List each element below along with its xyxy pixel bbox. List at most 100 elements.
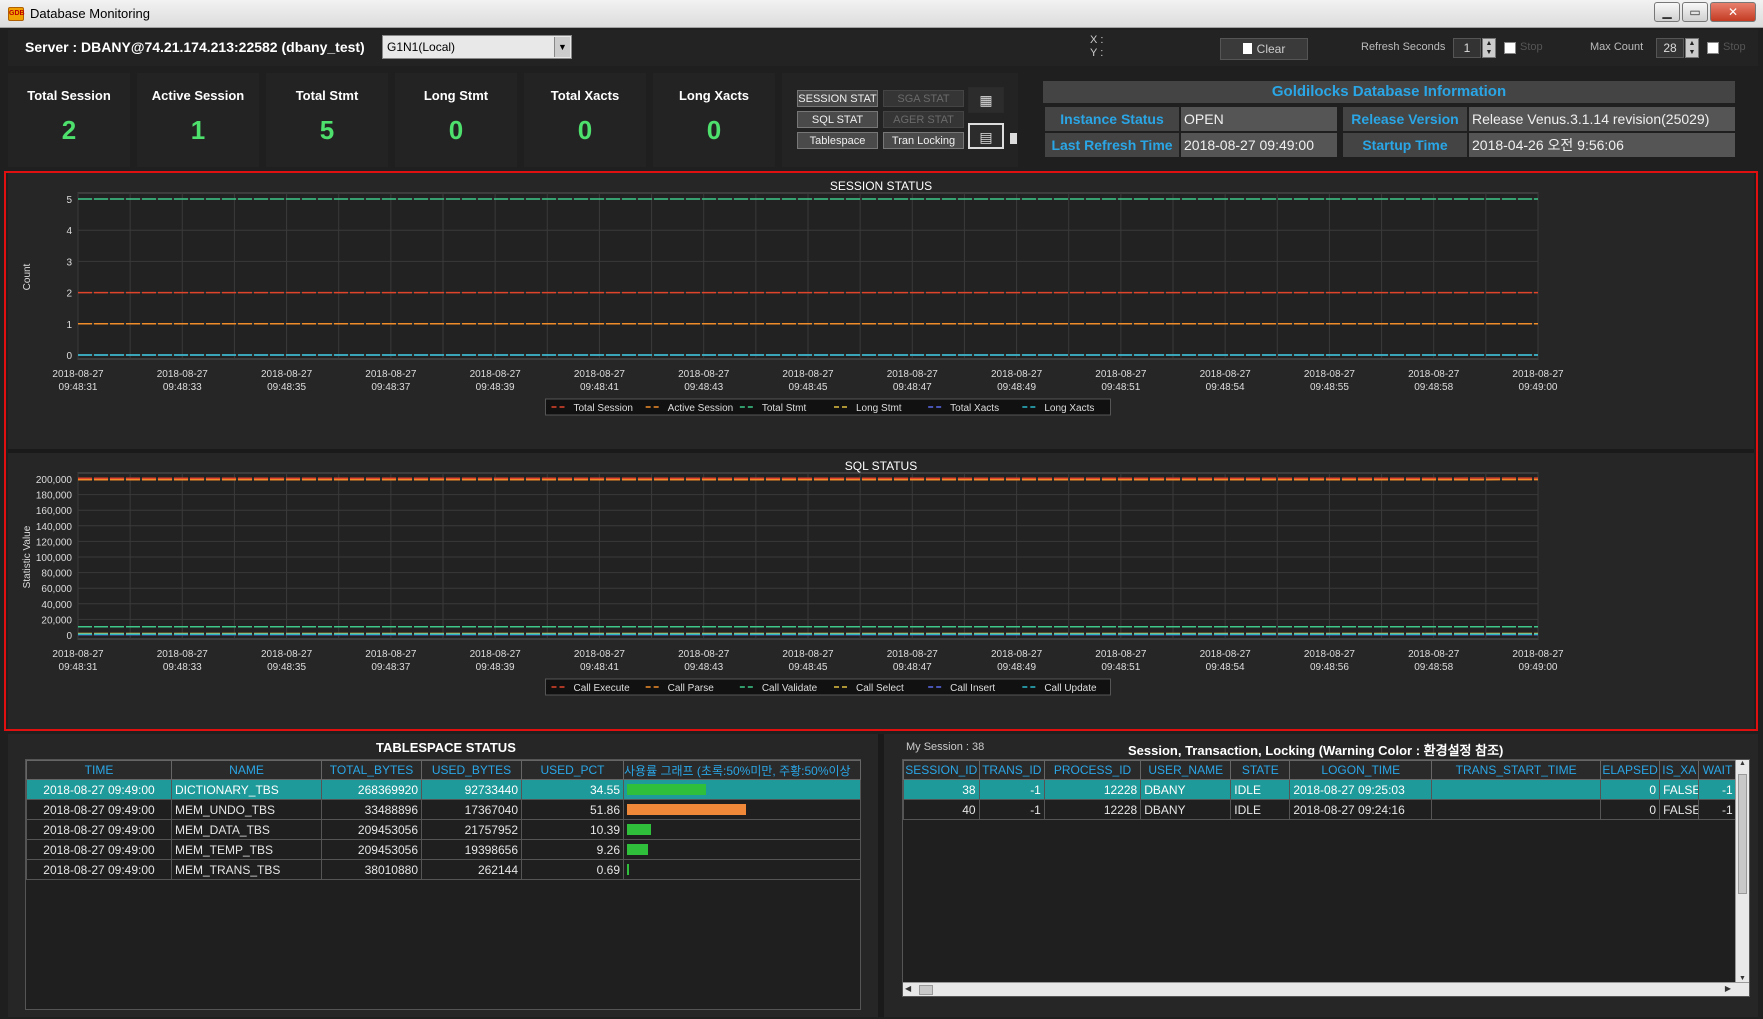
x-tick-label: 2018-08-27 <box>1095 369 1147 380</box>
close-button[interactable]: ✕ <box>1710 2 1756 22</box>
cell-usage-bar <box>623 819 861 840</box>
scroll-thumb-h[interactable] <box>919 985 933 995</box>
y-tick-label: 160,000 <box>36 506 73 517</box>
release-version-label: Release Version <box>1343 107 1467 131</box>
cell-elapsed: 0 <box>1600 779 1661 800</box>
max-stop-checkbox[interactable] <box>1707 42 1719 54</box>
x-tick-label: 2018-08-27 <box>1304 369 1356 380</box>
x-tick-label: 2018-08-27 <box>1200 369 1252 380</box>
column-header[interactable]: PROCESS_ID <box>1043 760 1142 780</box>
cell-used-bytes: 92733440 <box>421 779 522 800</box>
max-count-spinner-arrows[interactable]: ▲ ▼ <box>1685 38 1699 58</box>
x-tick-label: 09:48:54 <box>1206 382 1245 393</box>
sga-stat-button[interactable]: SGA STAT <box>883 90 964 107</box>
tran-locking-button[interactable]: Tran Locking <box>883 132 964 149</box>
refresh-seconds-input[interactable]: 1 <box>1453 38 1481 58</box>
table-row[interactable]: 40 -1 12228 DBANY IDLE 2018-08-27 09:24:… <box>903 799 1744 820</box>
column-header[interactable]: WAIT <box>1698 760 1737 780</box>
column-header[interactable]: 사용률 그래프 (초록:50%미만, 주황:50%이상 <box>623 760 861 780</box>
usage-bar <box>627 804 747 815</box>
max-count-input[interactable]: 28 <box>1656 38 1684 58</box>
list-view-icon[interactable]: ▤ <box>968 123 1004 149</box>
x-tick-label: 09:49:00 <box>1519 662 1558 673</box>
column-header[interactable]: USED_BYTES <box>421 760 522 780</box>
cell-usage-bar <box>623 779 861 800</box>
chart-title: SESSION STATUS <box>829 179 933 193</box>
stat-long-xacts: Long Xacts 0 <box>653 73 775 167</box>
column-header[interactable]: TOTAL_BYTES <box>321 760 422 780</box>
scroll-left-icon[interactable]: ◀ <box>905 984 911 993</box>
sql-stat-button[interactable]: SQL STAT <box>797 111 878 128</box>
legend-label: Total Xacts <box>950 403 999 414</box>
x-tick-label: 09:48:55 <box>1310 382 1349 393</box>
tablespace-button[interactable]: Tablespace <box>797 132 878 149</box>
column-header[interactable]: STATE <box>1230 760 1291 780</box>
cell-time: 2018-08-27 09:49:00 <box>26 799 172 820</box>
column-header[interactable]: ELAPSED <box>1600 760 1661 780</box>
column-header[interactable]: USED_PCT <box>521 760 624 780</box>
refresh-seconds-label: Refresh Seconds <box>1361 41 1446 53</box>
y-tick-label: 3 <box>66 257 72 268</box>
cell-name: MEM_DATA_TBS <box>171 819 322 840</box>
my-session-label: My Session : 38 <box>906 741 985 753</box>
vertical-scrollbar[interactable]: ▲ ▼ <box>1735 760 1749 982</box>
cell-trans-start <box>1431 799 1602 820</box>
column-header[interactable]: NAME <box>171 760 322 780</box>
cell-wait: -1 <box>1698 799 1737 820</box>
ager-stat-button[interactable]: AGER STAT <box>883 111 964 128</box>
table-row[interactable]: 2018-08-27 09:49:00 MEM_TRANS_TBS 380108… <box>26 859 861 880</box>
grid-view-icon[interactable]: ▦ <box>968 87 1004 113</box>
table-row[interactable]: 2018-08-27 09:49:00 MEM_TEMP_TBS 2094530… <box>26 839 861 860</box>
refresh-stop-checkbox[interactable] <box>1504 42 1516 54</box>
maximize-button[interactable]: ▭ <box>1682 2 1708 22</box>
sql-status-svg: 0 20,000 40,000 60,000 80,000 100,000 120,000 1… <box>22 472 1564 696</box>
x-tick-label: 2018-08-27 <box>887 369 939 380</box>
scroll-right-icon[interactable]: ▶ <box>1725 984 1731 993</box>
x-tick-label: 09:48:35 <box>267 382 306 393</box>
scroll-up-icon[interactable]: ▲ <box>1736 760 1749 767</box>
stat-active-session: Active Session 1 <box>137 73 259 167</box>
minimize-button[interactable]: ▁ <box>1654 2 1680 22</box>
y-tick-label: 180,000 <box>36 491 73 502</box>
column-header[interactable]: SESSION_ID <box>903 760 980 780</box>
y-tick-label: 0 <box>66 351 72 362</box>
horizontal-scrollbar[interactable]: ◀ ▶ <box>903 982 1749 996</box>
stat-total-xacts: Total Xacts 0 <box>524 73 646 167</box>
xy-readout: X : Y : <box>1090 34 1104 59</box>
table-row[interactable]: 2018-08-27 09:49:00 DICTIONARY_TBS 26836… <box>26 779 861 800</box>
column-header[interactable]: TRANS_ID <box>978 760 1045 780</box>
panel-splitter[interactable] <box>878 734 884 1017</box>
x-tick-label: 2018-08-27 <box>782 649 834 660</box>
cell-state: IDLE <box>1230 779 1291 800</box>
usage-bar <box>627 784 707 795</box>
x-tick-label: 2018-08-27 <box>991 369 1043 380</box>
column-header[interactable]: IS_XA <box>1659 760 1700 780</box>
x-tick-label: 2018-08-27 <box>261 369 313 380</box>
server-select[interactable]: G1N1(Local) ▼ <box>382 35 572 59</box>
stat-label: Long Xacts <box>678 88 750 103</box>
server-select-value: G1N1(Local) <box>387 40 456 54</box>
table-row[interactable]: 2018-08-27 09:49:00 MEM_DATA_TBS 2094530… <box>26 819 861 840</box>
title-bar: GDB Database Monitoring ▁ ▭ ✕ <box>0 0 1763 28</box>
max-count-label: Max Count <box>1590 41 1644 53</box>
column-header[interactable]: TRANS_START_TIME <box>1431 760 1602 780</box>
cell-time: 2018-08-27 09:49:00 <box>26 859 172 880</box>
scroll-down-icon[interactable]: ▼ <box>1736 975 1749 982</box>
chevron-down-icon[interactable]: ▼ <box>554 37 570 57</box>
cell-used-bytes: 17367040 <box>421 799 522 820</box>
session-stat-button[interactable]: SESSION STAT <box>797 90 878 107</box>
cell-trans-id: -1 <box>978 799 1045 820</box>
clear-button[interactable]: Clear <box>1220 38 1308 60</box>
column-header[interactable]: LOGON_TIME <box>1289 760 1433 780</box>
table-row[interactable]: 2018-08-27 09:49:00 MEM_UNDO_TBS 3348889… <box>26 799 861 820</box>
column-header[interactable]: USER_NAME <box>1140 760 1232 780</box>
y-tick-label: 100,000 <box>36 553 73 564</box>
column-header[interactable]: TIME <box>26 760 172 780</box>
scroll-thumb[interactable] <box>1738 774 1747 894</box>
refresh-spinner-arrows[interactable]: ▲ ▼ <box>1482 38 1496 58</box>
stat-label: Total Session <box>27 88 111 103</box>
cell-used-pct: 10.39 <box>521 819 624 840</box>
x-tick-label: 2018-08-27 <box>1200 649 1252 660</box>
cell-logon-time: 2018-08-27 09:24:16 <box>1289 799 1433 820</box>
table-row[interactable]: 38 -1 12228 DBANY IDLE 2018-08-27 09:25:… <box>903 779 1744 800</box>
